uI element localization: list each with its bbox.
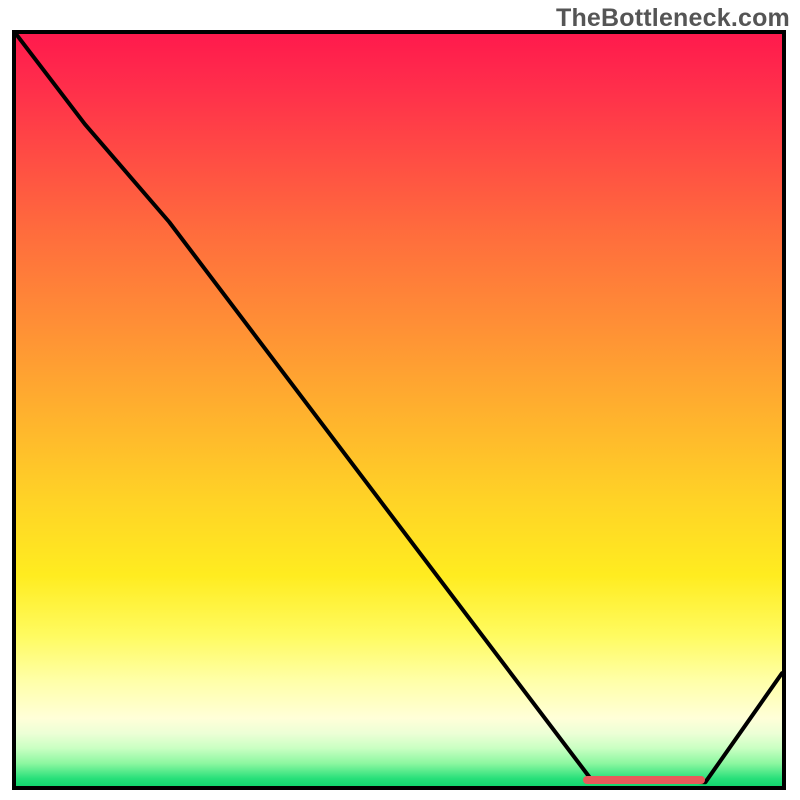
- watermark-text: TheBottleneck.com: [556, 4, 790, 33]
- plot-area: [12, 30, 786, 790]
- optimal-range-indicator: [583, 776, 706, 784]
- chart-line: [16, 34, 782, 786]
- chart-frame: TheBottleneck.com: [0, 0, 800, 800]
